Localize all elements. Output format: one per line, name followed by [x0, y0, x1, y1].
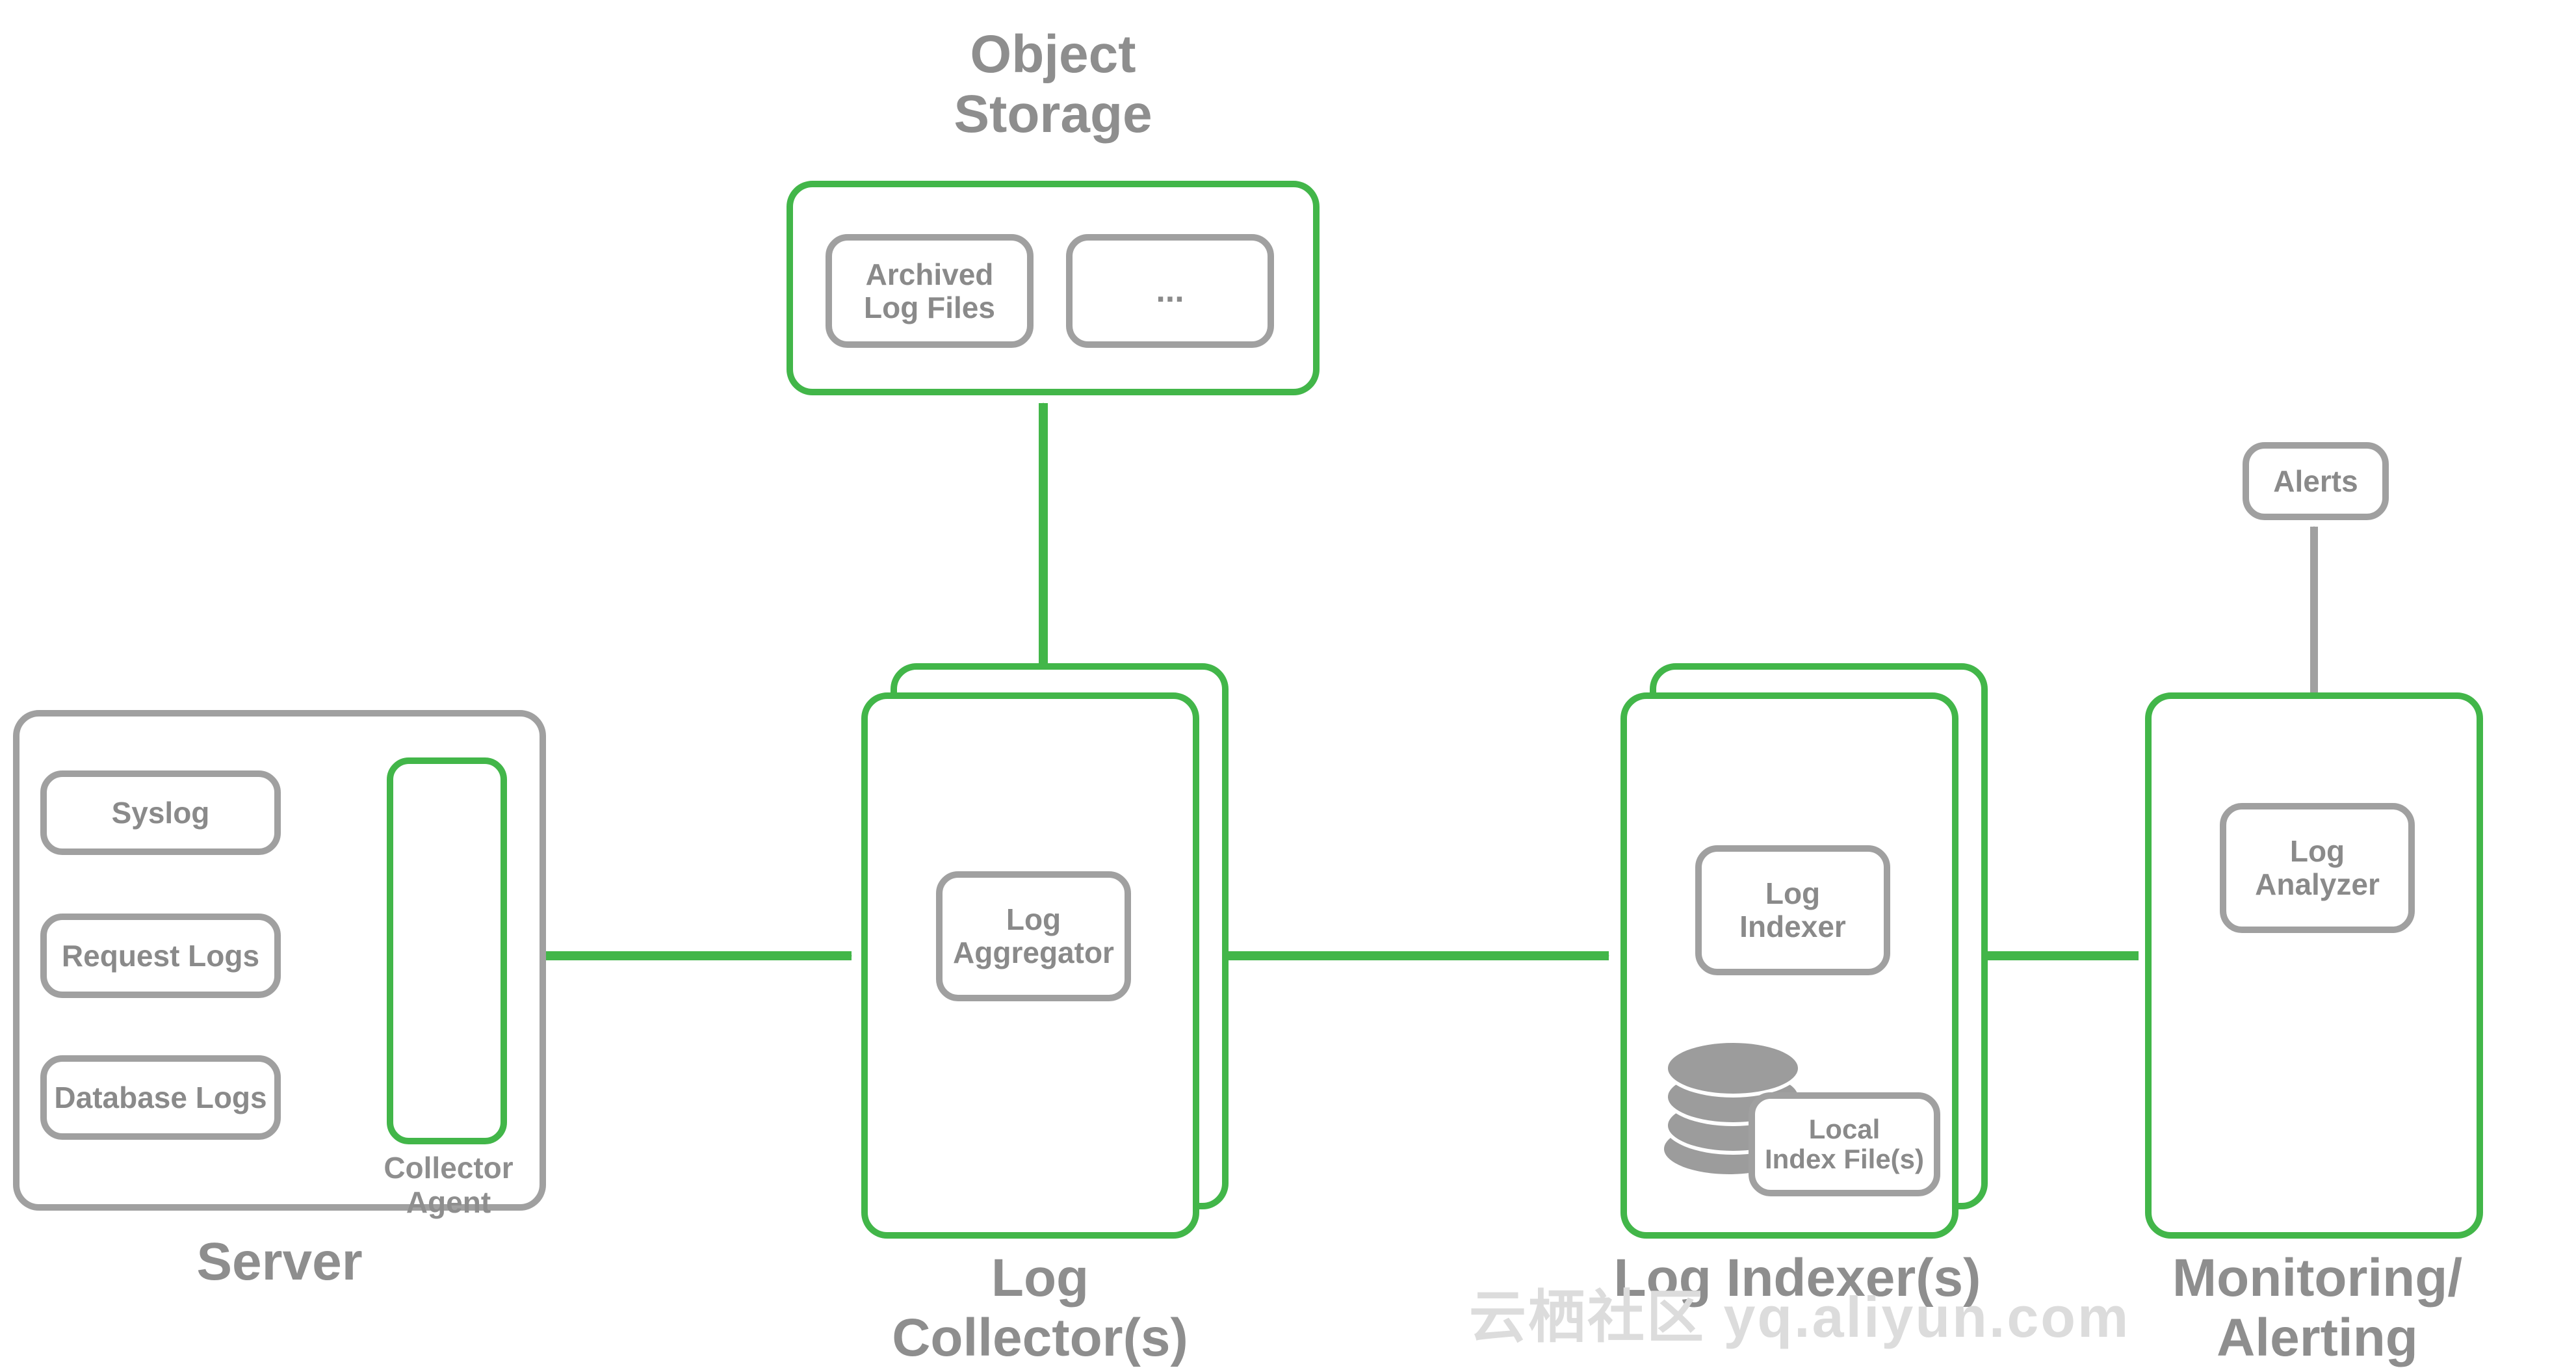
- title-monitoring: Monitoring/Alerting: [2087, 1248, 2548, 1368]
- monitoring-box: [2145, 692, 2483, 1239]
- log-analyzer: LogAnalyzer: [2220, 803, 2415, 933]
- database-logs-pill: Database Logs: [40, 1055, 281, 1140]
- request-logs-pill: Request Logs: [40, 914, 281, 998]
- title-object-storage: ObjectStorage: [832, 25, 1274, 144]
- archived-log-files: ArchivedLog Files: [826, 234, 1034, 348]
- log-indexer: LogIndexer: [1695, 845, 1890, 975]
- disk-icon: [1664, 1039, 1802, 1098]
- log-aggregator: LogAggregator: [936, 871, 1131, 1001]
- syslog-pill: Syslog: [40, 770, 281, 855]
- title-server: Server: [98, 1232, 462, 1292]
- watermark: 云栖社区 yq.aliyun.com: [1469, 1271, 2130, 1354]
- alerts-pill: Alerts: [2243, 442, 2389, 520]
- collector-agent-label: CollectorAgent: [351, 1151, 546, 1220]
- object-storage-etc: ...: [1066, 234, 1274, 348]
- local-index-files: LocalIndex File(s): [1749, 1092, 1940, 1196]
- collector-agent-box: [387, 757, 507, 1144]
- title-log-collectors: LogCollector(s): [819, 1248, 1261, 1368]
- diagram-stage: ObjectStorage ArchivedLog Files ... Sysl…: [0, 0, 2576, 1349]
